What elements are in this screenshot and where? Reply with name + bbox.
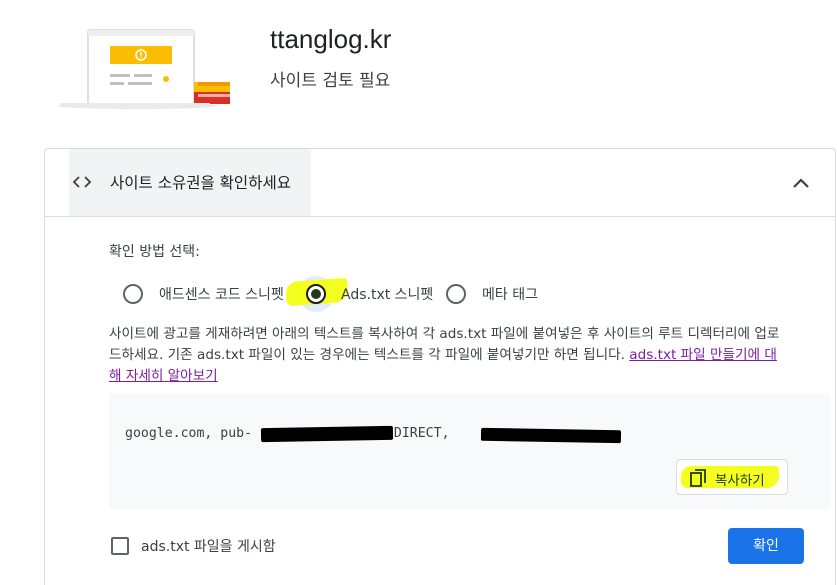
radio-button[interactable] — [446, 284, 466, 304]
verify-ownership-card: 사이트 소유권을 확인하세요 확인 방법 선택: 애드센스 코드 스니펫 Ads… — [44, 148, 836, 585]
confirm-button[interactable]: 확인 — [728, 528, 804, 564]
radio-ads-txt-snippet[interactable]: Ads.txt 스니펫 — [306, 279, 433, 309]
checkbox-label: ads.txt 파일을 게시함 — [141, 539, 276, 555]
radio-label: 애드센스 코드 스니펫 — [159, 287, 284, 303]
site-status-label: 사이트 검토 필요 — [270, 71, 391, 91]
checkbox[interactable] — [111, 537, 129, 555]
snippet-part-1: google.com, pub- — [125, 426, 253, 441]
radio-meta-tag[interactable]: 메타 태그 — [446, 279, 538, 309]
site-domain: ttanglog.kr — [270, 24, 392, 54]
radio-button[interactable] — [306, 284, 326, 304]
method-select-label: 확인 방법 선택: — [109, 244, 200, 260]
radio-label: Ads.txt 스니펫 — [341, 287, 434, 303]
radio-button[interactable] — [123, 284, 143, 304]
copy-button-label: 복사하기 — [715, 473, 765, 489]
instructions-text: 사이트에 광고를 게재하려면 아래의 텍스트를 복사하여 각 ads.txt 파… — [109, 324, 789, 387]
redaction-mark — [260, 425, 394, 443]
card-header[interactable]: 사이트 소유권을 확인하세요 — [45, 149, 835, 217]
site-review-illustration — [58, 29, 230, 109]
chevron-up-icon[interactable] — [787, 169, 815, 197]
code-icon — [72, 176, 92, 188]
published-ads-txt-checkbox[interactable]: ads.txt 파일을 게시함 — [111, 534, 276, 558]
redaction-mark — [480, 427, 622, 444]
copy-icon — [690, 469, 706, 487]
copy-button[interactable]: 복사하기 — [676, 459, 788, 495]
radio-label: 메타 태그 — [482, 287, 538, 303]
card-title: 사이트 소유권을 확인하세요 — [110, 174, 291, 192]
radio-adsense-code-snippet[interactable]: 애드센스 코드 스니펫 — [123, 279, 284, 309]
